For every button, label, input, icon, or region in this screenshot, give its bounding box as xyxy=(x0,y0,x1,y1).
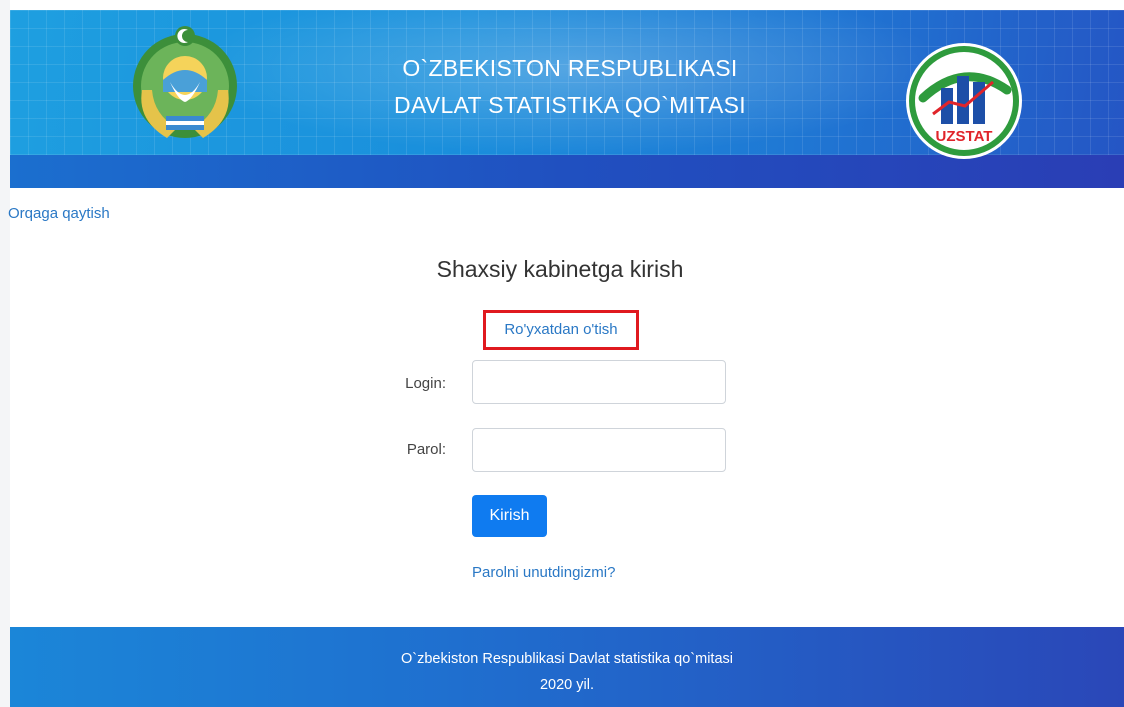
site-header: O`ZBEKISTON RESPUBLIKASI DAVLAT STATISTI… xyxy=(10,10,1124,188)
state-emblem-icon xyxy=(133,26,237,138)
page-title: Shaxsiy kabinetga kirish xyxy=(436,256,684,282)
header-title-line2: DAVLAT STATISTIKA QO`MITASI xyxy=(394,92,746,118)
login-input[interactable] xyxy=(472,360,726,404)
register-link[interactable]: Ro'yxatdan o'tish xyxy=(486,313,636,347)
footer-year: 2020 yil. xyxy=(539,677,594,693)
uzstat-logo-icon: UZSTAT xyxy=(906,43,1022,159)
uzstat-logo-text: UZSTAT xyxy=(936,128,993,145)
password-label: Parol: xyxy=(406,441,446,458)
register-highlight-box: Ro'yxatdan o'tish xyxy=(483,310,639,350)
password-input[interactable] xyxy=(472,428,726,472)
header-title-line1: O`ZBEKISTON RESPUBLIKASI xyxy=(402,55,738,81)
forgot-password-link[interactable]: Parolni unutdingizmi? xyxy=(472,564,615,581)
site-footer: O`zbekiston Respublikasi Davlat statisti… xyxy=(10,627,1124,707)
header-title: O`ZBEKISTON RESPUBLIKASI DAVLAT STATISTI… xyxy=(340,50,800,124)
back-link[interactable]: Orqaga qaytish xyxy=(8,205,110,222)
footer-org-name: O`zbekiston Respublikasi Davlat statisti… xyxy=(400,651,733,667)
login-submit-button[interactable]: Kirish xyxy=(472,495,547,537)
login-label: Login: xyxy=(405,375,446,392)
page-left-edge xyxy=(0,0,10,707)
